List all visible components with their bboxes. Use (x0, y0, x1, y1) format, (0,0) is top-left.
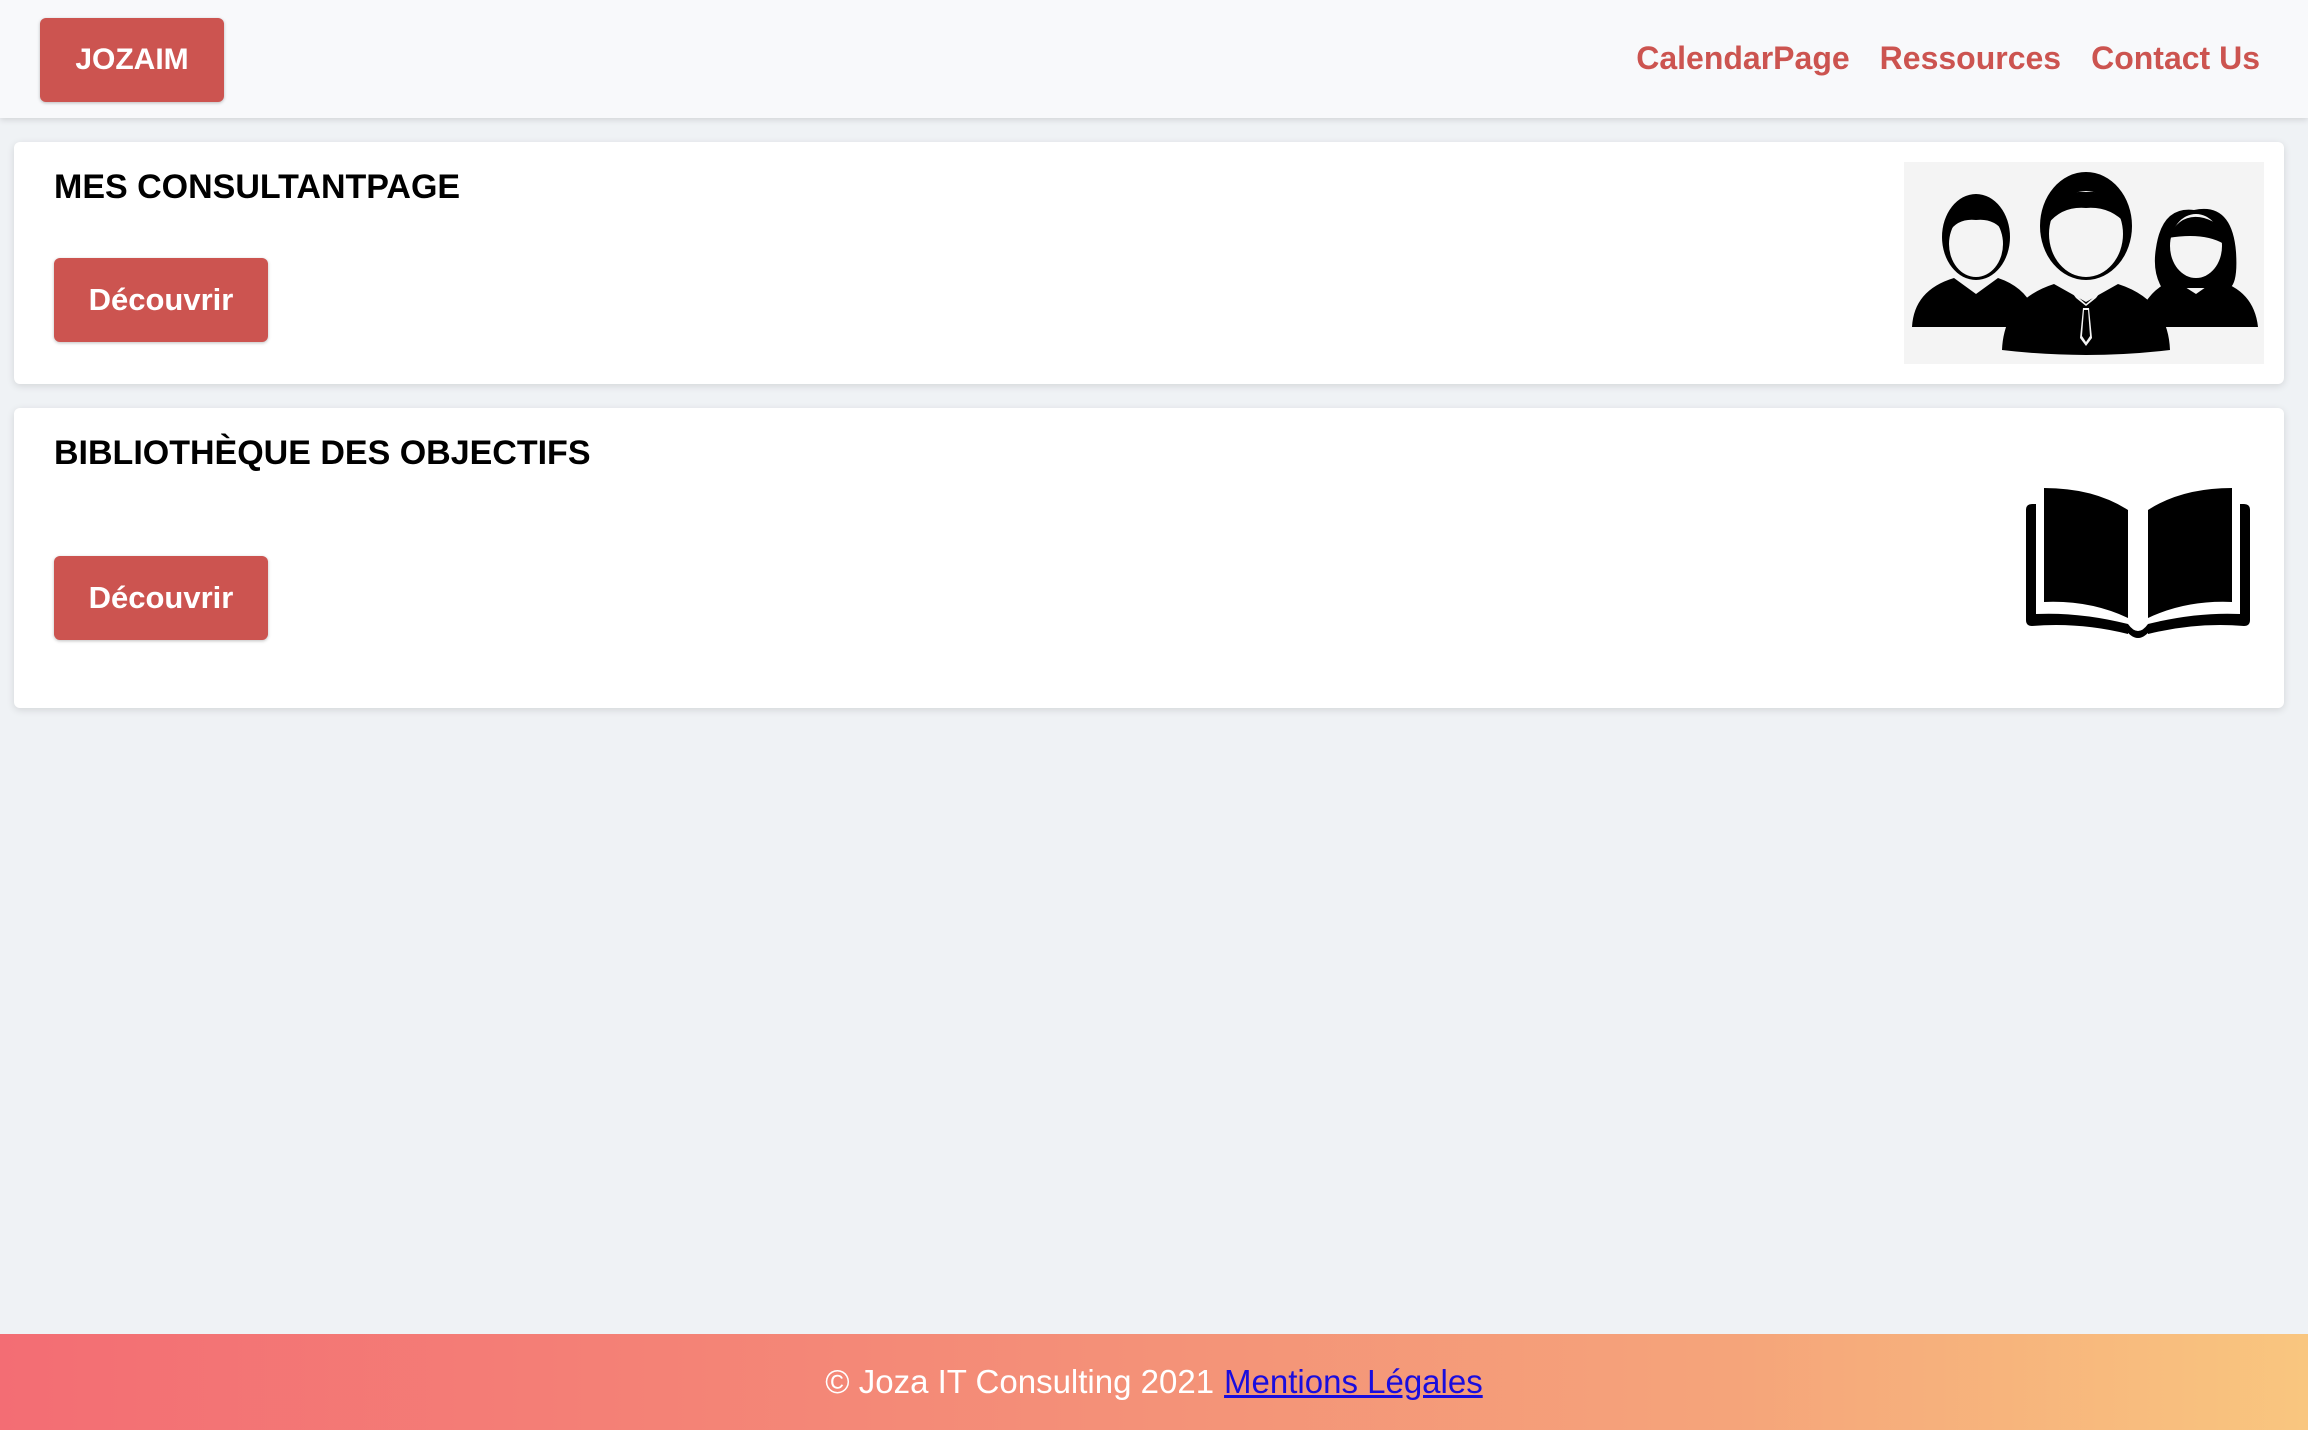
card-consultants: MES CONSULTANTPAGE Découvrir (14, 142, 2284, 384)
card-title-objectives: BIBLIOTHÈQUE DES OBJECTIFS (54, 434, 591, 472)
nav-link-ressources[interactable]: Ressources (1880, 40, 2061, 77)
footer: © Joza IT Consulting 2021 Mentions Légal… (0, 1334, 2308, 1430)
nav-link-contact[interactable]: Contact Us (2091, 40, 2260, 77)
top-navbar: JOZAIM CalendarPage Ressources Contact U… (0, 0, 2308, 118)
people-group-icon (1904, 162, 2264, 364)
legal-notice-link[interactable]: Mentions Légales (1224, 1363, 1483, 1401)
card-title-consultants: MES CONSULTANTPAGE (54, 168, 461, 206)
footer-copyright: © Joza IT Consulting 2021 (825, 1363, 1215, 1400)
discover-consultants-button[interactable]: Découvrir (54, 258, 268, 342)
card-objectives-library: BIBLIOTHÈQUE DES OBJECTIFS Découvrir (14, 408, 2284, 708)
discover-objectives-button[interactable]: Découvrir (54, 556, 268, 640)
nav-links: CalendarPage Ressources Contact Us (1636, 40, 2260, 77)
open-book-icon (2020, 488, 2256, 648)
nav-link-calendar[interactable]: CalendarPage (1636, 40, 1849, 77)
brand-button[interactable]: JOZAIM (40, 18, 224, 102)
